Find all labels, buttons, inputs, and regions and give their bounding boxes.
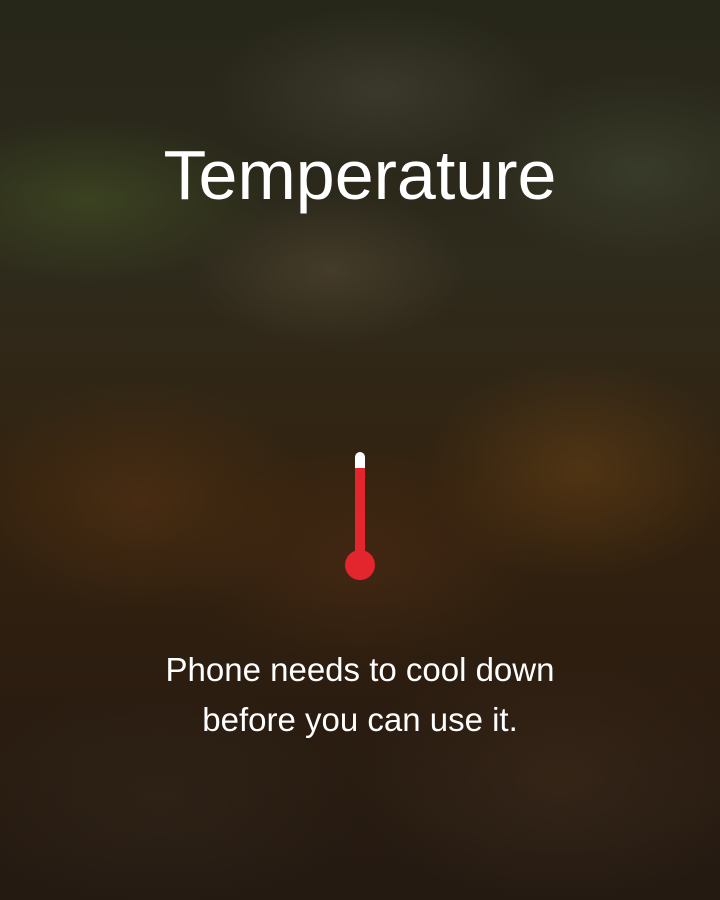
thermometer-icon [344, 452, 376, 582]
message-line-2: before you can use it. [202, 701, 518, 738]
message-line-1: Phone needs to cool down [165, 651, 555, 688]
temperature-warning-screen: Temperature Phone needs to cool down bef… [0, 0, 720, 900]
page-title: Temperature [163, 136, 557, 214]
cool-down-message: Phone needs to cool down before you can … [60, 645, 660, 745]
